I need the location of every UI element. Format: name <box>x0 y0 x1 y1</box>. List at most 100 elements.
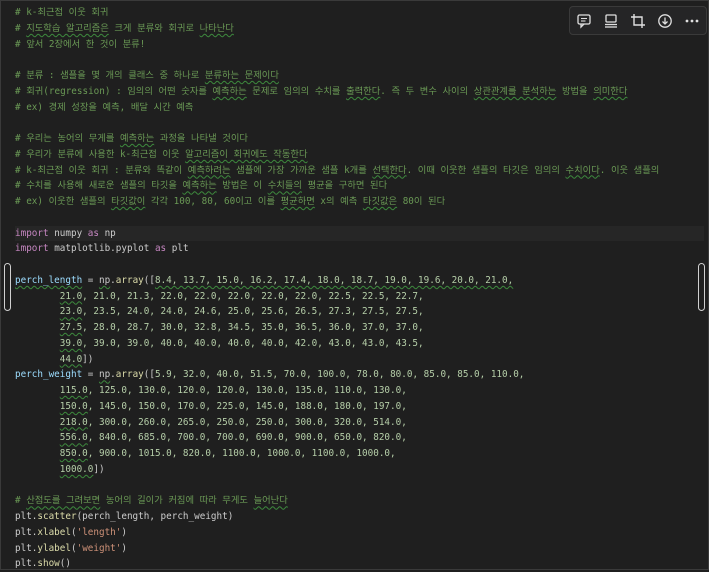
code-token: 평균하면 <box>280 196 315 207</box>
code-token: plt <box>166 243 189 255</box>
code-line[interactable]: # 우리가 분류에 사용한 k-최근접 이웃 알고리즘이 회귀에도 작동한다 <box>15 147 704 163</box>
code-token: # 분류 : 샘플을 몇 개의 클래스 중 하나로 <box>15 70 205 81</box>
code-line[interactable]: 150.0, 145.0, 150.0, 170.0, 225.0, 145.0… <box>15 399 704 415</box>
comment-icon[interactable] <box>573 10 595 32</box>
code-line[interactable]: 44.0]) <box>15 352 704 368</box>
code-token: ) <box>121 542 127 554</box>
code-token: , 28.0, 28.7, 30.0, 32.8, 34.5, 35.0, 36… <box>82 322 424 333</box>
code-line[interactable]: 21.0, 21.0, 21.3, 22.0, 22.0, 22.0, 22.0… <box>15 289 704 305</box>
code-token: (perch_length, perch_weight) <box>76 511 234 522</box>
code-token: scatter <box>37 511 77 522</box>
code-token: 문제로 임의의 수치를 <box>246 85 347 97</box>
code-token: plt. <box>15 511 38 522</box>
code-line[interactable]: 115.0, 125.0, 130.0, 120.0, 120.0, 130.0… <box>15 383 704 399</box>
notebook-code-cell[interactable]: # k-최근접 이웃 회귀 # 지도학습 알고리즘은 크게 분류와 회귀로 나타난… <box>0 0 709 570</box>
code-line[interactable]: # 수치를 사용해 새로운 샘플의 타깃을 예측하는 방법은 이 수치들의 평균… <box>15 178 704 194</box>
code-line[interactable] <box>15 115 704 131</box>
code-line[interactable]: # 회귀(regression) : 임의의 어떤 숫자를 예측하는 문제로 임… <box>15 84 704 100</box>
code-line[interactable]: plt.xlabel('length') <box>15 525 704 541</box>
code-token: , 840.0, 685.0, 700.0, 700.0, 690.0, 900… <box>87 432 407 444</box>
code-line[interactable]: perch_length = np.array([8.4, 13.7, 15.0… <box>15 273 704 289</box>
code-token: show <box>37 558 60 570</box>
code-token: # <box>15 22 27 34</box>
code-token: plt. <box>15 526 38 538</box>
code-line[interactable]: import matplotlib.pyplot as plt <box>15 241 704 257</box>
code-token: 농어의 길이가 커짐에 따라 무게도 <box>100 495 254 507</box>
code-line[interactable]: 39.0, 39.0, 39.0, 40.0, 40.0, 40.0, 40.0… <box>15 336 704 352</box>
code-line[interactable]: # 우리는 농어의 무게를 예측하는 과정을 나타낼 것이다 <box>15 131 704 147</box>
more-icon[interactable] <box>681 10 703 32</box>
code-token: 출력한다 <box>346 85 381 97</box>
download-icon[interactable] <box>654 10 676 32</box>
code-token: np <box>98 369 111 381</box>
code-line[interactable]: 1000.0]) <box>15 462 704 478</box>
code-line[interactable] <box>15 478 704 494</box>
code-token: x의 예측 <box>314 196 363 207</box>
left-resize-handle[interactable] <box>4 263 11 311</box>
code-editor[interactable]: # k-최근접 이웃 회귀 # 지도학습 알고리즘은 크게 분류와 회귀로 나타난… <box>15 5 704 572</box>
code-token: ]) <box>82 353 94 365</box>
code-token: 알고리즘이 회귀에도 작동한다 <box>185 148 308 160</box>
code-line[interactable]: 850.0, 900.0, 1015.0, 820.0, 1100.0, 100… <box>15 446 704 462</box>
code-token: ([ <box>143 274 155 286</box>
code-line[interactable]: 218.0, 300.0, 260.0, 265.0, 250.0, 250.0… <box>15 415 704 431</box>
code-token: 평균을 구하면 된다 <box>301 180 388 192</box>
code-token: 선택한다 <box>372 164 407 176</box>
code-token: 556.0 <box>59 432 88 444</box>
code-token: ylabel <box>37 542 71 554</box>
code-token: as <box>87 227 99 239</box>
code-line[interactable]: # 분류 : 샘플을 몇 개의 클래스 중 하나로 분류하는 문제이다 <box>15 68 704 84</box>
code-token: # 우리가 분류에 사용한 k-최근접 이웃 <box>15 148 186 160</box>
code-line[interactable] <box>15 257 704 273</box>
code-token: 예측하는 <box>119 133 155 144</box>
right-resize-handle[interactable] <box>698 263 705 311</box>
code-line[interactable]: # ex) 이웃한 샘플의 타깃값이 각각 100, 80, 60이고 이를 평… <box>15 194 704 210</box>
code-token: ([ <box>143 369 155 381</box>
code-token: xlabel <box>37 526 71 538</box>
code-token: , 145.0, 150.0, 170.0, 225.0, 145.0, 188… <box>87 400 407 412</box>
code-token: ]) <box>93 463 105 475</box>
code-line[interactable]: # 산점도를 그려보면 농어의 길이가 커짐에 따라 무게도 늘어난다 <box>15 493 704 509</box>
code-line[interactable]: 556.0, 840.0, 685.0, 700.0, 700.0, 690.0… <box>15 430 704 446</box>
crop-icon[interactable] <box>627 10 649 32</box>
code-line[interactable]: perch_weight = np.array([5.9, 32.0, 40.0… <box>15 367 704 383</box>
code-token: 80이 된다 <box>397 196 446 207</box>
code-token: , 23.5, 24.0, 24.0, 24.6, 25.0, 25.6, 26… <box>82 306 424 318</box>
code-line[interactable] <box>15 52 704 68</box>
code-token: 'weight' <box>76 542 122 554</box>
code-token: . 즉 두 변수 사이의 <box>380 85 474 97</box>
code-token: 타깃값이 <box>111 196 146 207</box>
code-token: 'length' <box>76 526 122 538</box>
code-token: 1000.0 <box>59 463 94 475</box>
code-token: # 우리는 농어의 무게를 <box>15 133 120 144</box>
code-token: 5.9, 32.0, 40.0, 51.5, 70.0, 100.0, 78.0… <box>154 369 525 381</box>
code-token: 분류하는 문제이다 <box>204 70 279 81</box>
code-token: 115.0 <box>59 385 88 396</box>
code-line[interactable]: plt.scatter(perch_length, perch_weight) <box>15 509 704 525</box>
code-line[interactable]: plt.ylabel('weight') <box>15 541 704 557</box>
code-line[interactable] <box>15 210 704 226</box>
code-token: perch_length <box>15 274 83 286</box>
code-token: # <box>15 495 27 507</box>
code-line[interactable]: # 앞서 2장에서 한 것이 분류! <box>15 37 704 53</box>
code-line[interactable]: 27.5, 28.0, 28.7, 30.0, 32.8, 34.5, 35.0… <box>15 320 704 336</box>
split-cell-icon[interactable] <box>600 10 622 32</box>
code-token: # 앞서 2장에서 한 것이 분류! <box>15 38 146 50</box>
code-token: 8.4, 13.7, 15.0, 16.2, 17.4, 18.0, 18.7,… <box>154 274 514 286</box>
code-token: # k-최근접 이웃 회귀 : 분류와 똑같이 <box>15 164 188 176</box>
code-token: 예측하려는 <box>187 164 231 176</box>
code-token: # ex) 경제 성장을 예측, 배달 시간 예측 <box>15 101 194 113</box>
code-token: # 회귀(regression) : 임의의 어떤 숫자를 <box>15 85 213 97</box>
code-token: , 21.0, 21.3, 22.0, 22.0, 22.0, 22.0, 22… <box>82 290 424 302</box>
code-line[interactable]: 23.0, 23.5, 24.0, 24.0, 24.6, 25.0, 25.6… <box>15 304 704 320</box>
code-line[interactable]: import numpy as np <box>15 225 704 242</box>
code-line[interactable]: # k-최근접 이웃 회귀 : 분류와 똑같이 예측하려는 샘플에 가장 가까운… <box>15 163 704 179</box>
code-token: 21.0 <box>59 290 83 302</box>
code-line[interactable]: # ex) 경제 성장을 예측, 배달 시간 예측 <box>15 100 704 116</box>
code-token: 150.0 <box>59 400 88 412</box>
